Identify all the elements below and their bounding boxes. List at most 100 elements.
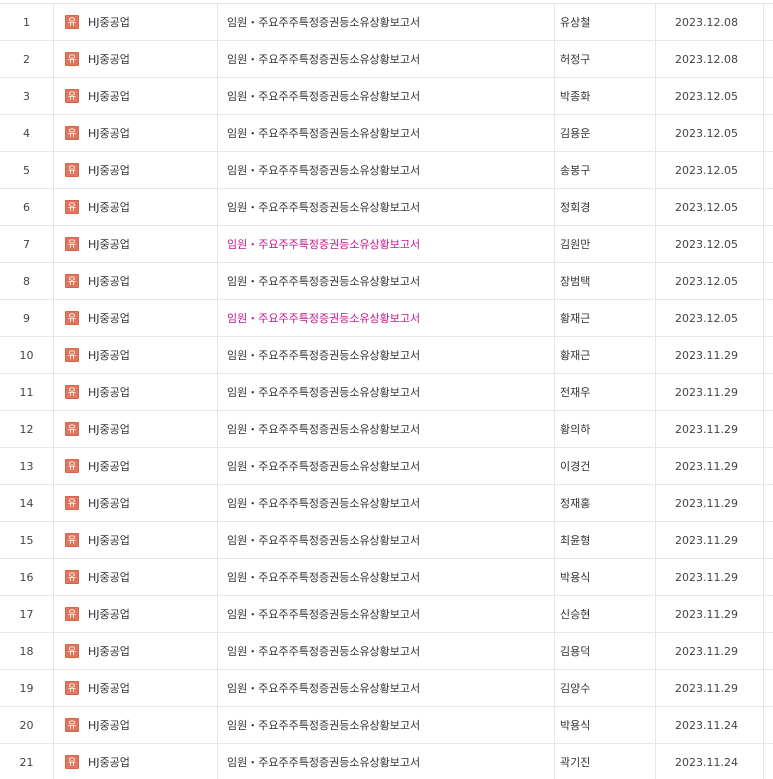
filer-name: 신승현 — [560, 608, 591, 621]
market-badge: 유 — [65, 52, 79, 66]
company-name-link[interactable]: HJ중공업 — [88, 349, 130, 362]
table-row: 6 유 HJ중공업 임원・주요주주특정증권등소유상황보고서 정회경 2023.12… — [0, 188, 773, 226]
receipt-date: 2023.11.29 — [655, 373, 764, 411]
filer-cell: 김양수 — [554, 669, 656, 707]
report-cell: 임원・주요주주특정증권등소유상황보고서 — [217, 373, 555, 411]
filer-cell: 장범택 — [554, 262, 656, 300]
row-number: 9 — [0, 299, 54, 337]
market-badge: 유 — [65, 718, 79, 732]
remarks-cell — [763, 336, 773, 374]
report-title-link[interactable]: 임원・주요주주특정증권등소유상황보고서 — [227, 571, 420, 584]
company-name-link[interactable]: HJ중공업 — [88, 571, 130, 584]
company-name-link[interactable]: HJ중공업 — [88, 756, 130, 769]
company-name-link[interactable]: HJ중공업 — [88, 423, 130, 436]
company-name-link[interactable]: HJ중공업 — [88, 719, 130, 732]
report-title-link[interactable]: 임원・주요주주특정증권등소유상황보고서 — [227, 127, 420, 140]
report-cell: 임원・주요주주특정증권등소유상황보고서 — [217, 151, 555, 189]
report-title-link[interactable]: 임원・주요주주특정증권등소유상황보고서 — [227, 719, 420, 732]
report-cell: 임원・주요주주특정증권등소유상황보고서 — [217, 669, 555, 707]
remarks-cell — [763, 595, 773, 633]
receipt-date: 2023.11.24 — [655, 706, 764, 744]
report-cell: 임원・주요주주특정증권등소유상황보고서 — [217, 114, 555, 152]
company-name-link[interactable]: HJ중공업 — [88, 497, 130, 510]
row-number: 15 — [0, 521, 54, 559]
company-name-link[interactable]: HJ중공업 — [88, 645, 130, 658]
receipt-date: 2023.11.29 — [655, 558, 764, 596]
filer-name: 허정구 — [560, 53, 591, 66]
company-name-link[interactable]: HJ중공업 — [88, 460, 130, 473]
row-number: 21 — [0, 743, 54, 779]
company-cell: 유 HJ중공업 — [53, 4, 218, 41]
remarks-cell — [763, 225, 773, 263]
report-title-link[interactable]: 임원・주요주주특정증권등소유상황보고서 — [227, 312, 420, 325]
market-badge: 유 — [65, 237, 79, 251]
remarks-cell — [763, 373, 773, 411]
row-number: 4 — [0, 114, 54, 152]
company-cell: 유 HJ중공업 — [53, 151, 218, 189]
row-number: 6 — [0, 188, 54, 226]
row-number: 1 — [0, 4, 54, 41]
report-title-link[interactable]: 임원・주요주주특정증권등소유상황보고서 — [227, 608, 420, 621]
market-badge: 유 — [65, 348, 79, 362]
report-title-link[interactable]: 임원・주요주주특정증권등소유상황보고서 — [227, 275, 420, 288]
report-title-link[interactable]: 임원・주요주주특정증권등소유상황보고서 — [227, 238, 420, 251]
market-badge: 유 — [65, 681, 79, 695]
report-title-link[interactable]: 임원・주요주주특정증권등소유상황보고서 — [227, 16, 420, 29]
market-badge: 유 — [65, 496, 79, 510]
filer-name: 김원만 — [560, 238, 591, 251]
report-title-link[interactable]: 임원・주요주주특정증권등소유상황보고서 — [227, 349, 420, 362]
filer-name: 송봉구 — [560, 164, 591, 177]
report-title-link[interactable]: 임원・주요주주특정증권등소유상황보고서 — [227, 682, 420, 695]
company-cell: 유 HJ중공업 — [53, 40, 218, 78]
table-row: 10 유 HJ중공업 임원・주요주주특정증권등소유상황보고서 황재근 2023.1… — [0, 336, 773, 374]
report-title-link[interactable]: 임원・주요주주특정증권등소유상황보고서 — [227, 756, 420, 769]
company-name-link[interactable]: HJ중공업 — [88, 238, 130, 251]
remarks-cell — [763, 632, 773, 670]
filer-cell: 곽기진 — [554, 743, 656, 779]
report-title-link[interactable]: 임원・주요주주특정증권등소유상황보고서 — [227, 534, 420, 547]
company-name-link[interactable]: HJ중공업 — [88, 608, 130, 621]
report-title-link[interactable]: 임원・주요주주특정증권등소유상황보고서 — [227, 645, 420, 658]
filer-name: 박종화 — [560, 90, 591, 103]
receipt-date: 2023.12.05 — [655, 262, 764, 300]
company-name-link[interactable]: HJ중공업 — [88, 127, 130, 140]
company-name-link[interactable]: HJ중공업 — [88, 201, 130, 214]
company-name-link[interactable]: HJ중공업 — [88, 90, 130, 103]
market-badge: 유 — [65, 126, 79, 140]
report-title-link[interactable]: 임원・주요주주특정증권등소유상황보고서 — [227, 90, 420, 103]
report-title-link[interactable]: 임원・주요주주특정증권등소유상황보고서 — [227, 201, 420, 214]
company-name-link[interactable]: HJ중공업 — [88, 534, 130, 547]
row-number: 12 — [0, 410, 54, 448]
report-title-link[interactable]: 임원・주요주주특정증권등소유상황보고서 — [227, 386, 420, 399]
company-name-link[interactable]: HJ중공업 — [88, 16, 130, 29]
row-number: 18 — [0, 632, 54, 670]
filer-name: 전재우 — [560, 386, 591, 399]
company-name-link[interactable]: HJ중공업 — [88, 682, 130, 695]
company-cell: 유 HJ중공업 — [53, 77, 218, 115]
filer-cell: 김원만 — [554, 225, 656, 263]
remarks-cell — [763, 299, 773, 337]
row-number: 17 — [0, 595, 54, 633]
report-title-link[interactable]: 임원・주요주주특정증권등소유상황보고서 — [227, 497, 420, 510]
company-name-link[interactable]: HJ중공업 — [88, 53, 130, 66]
company-name-link[interactable]: HJ중공업 — [88, 312, 130, 325]
filer-name: 박용식 — [560, 571, 591, 584]
report-title-link[interactable]: 임원・주요주주특정증권등소유상황보고서 — [227, 53, 420, 66]
report-title-link[interactable]: 임원・주요주주특정증권등소유상황보고서 — [227, 423, 420, 436]
company-cell: 유 HJ중공업 — [53, 336, 218, 374]
disclosure-table-body: 1 유 HJ중공업 임원・주요주주특정증권등소유상황보고서 유상철 2023.12… — [0, 4, 773, 779]
filer-name: 김용덕 — [560, 645, 591, 658]
remarks-cell — [763, 558, 773, 596]
filer-name: 정재홍 — [560, 497, 591, 510]
report-title-link[interactable]: 임원・주요주주특정증권등소유상황보고서 — [227, 460, 420, 473]
receipt-date: 2023.12.05 — [655, 114, 764, 152]
filer-cell: 황의하 — [554, 410, 656, 448]
company-name-link[interactable]: HJ중공업 — [88, 386, 130, 399]
company-name-link[interactable]: HJ중공업 — [88, 275, 130, 288]
company-name-link[interactable]: HJ중공업 — [88, 164, 130, 177]
filer-cell: 유상철 — [554, 4, 656, 41]
filer-cell: 김용운 — [554, 114, 656, 152]
row-number: 2 — [0, 40, 54, 78]
report-title-link[interactable]: 임원・주요주주특정증권등소유상황보고서 — [227, 164, 420, 177]
report-cell: 임원・주요주주특정증권등소유상황보고서 — [217, 743, 555, 779]
